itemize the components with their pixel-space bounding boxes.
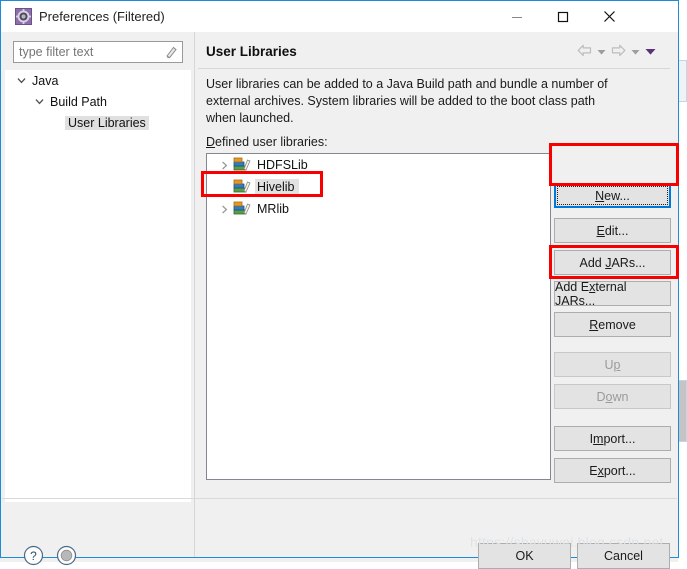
minimize-button[interactable] (494, 1, 540, 32)
preferences-gear-icon (15, 8, 32, 25)
navigation-toolbar (577, 44, 656, 60)
page-menu-icon[interactable] (645, 45, 656, 59)
twisty-placeholder (215, 178, 233, 196)
filter-input[interactable] (13, 41, 183, 63)
remove-button[interactable]: Remove (554, 312, 671, 337)
apply-circle-icon[interactable] (56, 545, 77, 566)
tree-item-label: Java (32, 73, 59, 88)
chevron-right-icon[interactable] (215, 200, 233, 218)
close-button[interactable] (586, 1, 632, 32)
footer-divider (2, 498, 677, 499)
button-label: OK (515, 549, 534, 563)
list-item[interactable]: Hivelib (207, 176, 550, 198)
export-button[interactable]: Export... (554, 458, 671, 483)
title-bar: Preferences (Filtered) (1, 1, 678, 32)
dialog-body: Java Build Path User Libraries User Libr… (1, 32, 678, 569)
help-question-icon[interactable]: ? (23, 545, 44, 566)
button-label: Add JARs... (579, 255, 646, 270)
button-label: Export... (589, 463, 636, 478)
library-name: MRlib (257, 202, 289, 216)
up-button[interactable]: Up (554, 352, 671, 377)
button-label: Cancel (604, 549, 643, 563)
button-label: New... (595, 188, 630, 203)
defined-user-libraries-label: Defined user libraries: (206, 135, 328, 149)
library-books-icon (233, 201, 251, 217)
window-title: Preferences (Filtered) (39, 9, 165, 24)
maximize-button[interactable] (540, 1, 586, 32)
page-description: User libraries can be added to a Java Bu… (206, 77, 608, 125)
forward-dropdown-icon[interactable] (631, 45, 640, 59)
button-label: Add External JARs... (555, 279, 627, 308)
chevron-right-icon[interactable] (215, 156, 233, 174)
library-name: Hivelib (255, 179, 299, 195)
user-libraries-list[interactable]: HDFSLib Hivelib MRlib (206, 153, 551, 480)
button-label: Down (596, 389, 629, 404)
import-button[interactable]: Import... (554, 426, 671, 451)
tree-item-user-libraries[interactable]: User Libraries (5, 112, 191, 133)
tree-item-build-path[interactable]: Build Path (5, 91, 191, 112)
add-external-jars-button[interactable]: Add External JARs... (554, 279, 671, 308)
tree-item-label: Build Path (50, 94, 107, 109)
clear-filter-icon[interactable] (164, 45, 178, 59)
down-button[interactable]: Down (554, 384, 671, 409)
forward-arrow-icon[interactable] (611, 44, 626, 60)
preferences-dialog: Preferences (Filtered) type filter text … (0, 0, 679, 569)
list-item[interactable]: HDFSLib (207, 154, 550, 176)
add-jars-button[interactable]: Add JARs... (554, 250, 671, 275)
back-arrow-icon[interactable] (577, 44, 592, 60)
list-item[interactable]: MRlib (207, 198, 550, 220)
button-label: Edit... (596, 223, 629, 238)
watermark: https://shayuwei.blog.csdn.net (470, 534, 664, 550)
tree-item-java[interactable]: Java (5, 70, 191, 91)
edit-button[interactable]: Edit... (554, 218, 671, 243)
back-dropdown-icon[interactable] (597, 45, 606, 59)
button-label: Up (604, 357, 621, 372)
button-label: Remove (589, 317, 636, 332)
chevron-down-icon[interactable] (13, 73, 29, 89)
pane-divider (194, 32, 195, 557)
tree-item-label: User Libraries (65, 115, 149, 130)
new-button[interactable]: New... (554, 183, 671, 208)
chevron-down-icon[interactable] (31, 94, 47, 110)
page-title: User Libraries (206, 44, 297, 59)
library-name: HDFSLib (257, 158, 308, 172)
svg-text:?: ? (30, 549, 37, 563)
button-label: Import... (589, 431, 636, 446)
library-books-icon (233, 179, 251, 195)
header-divider (198, 68, 670, 69)
library-books-icon (233, 157, 251, 173)
preferences-tree[interactable]: Java Build Path User Libraries (5, 70, 191, 502)
